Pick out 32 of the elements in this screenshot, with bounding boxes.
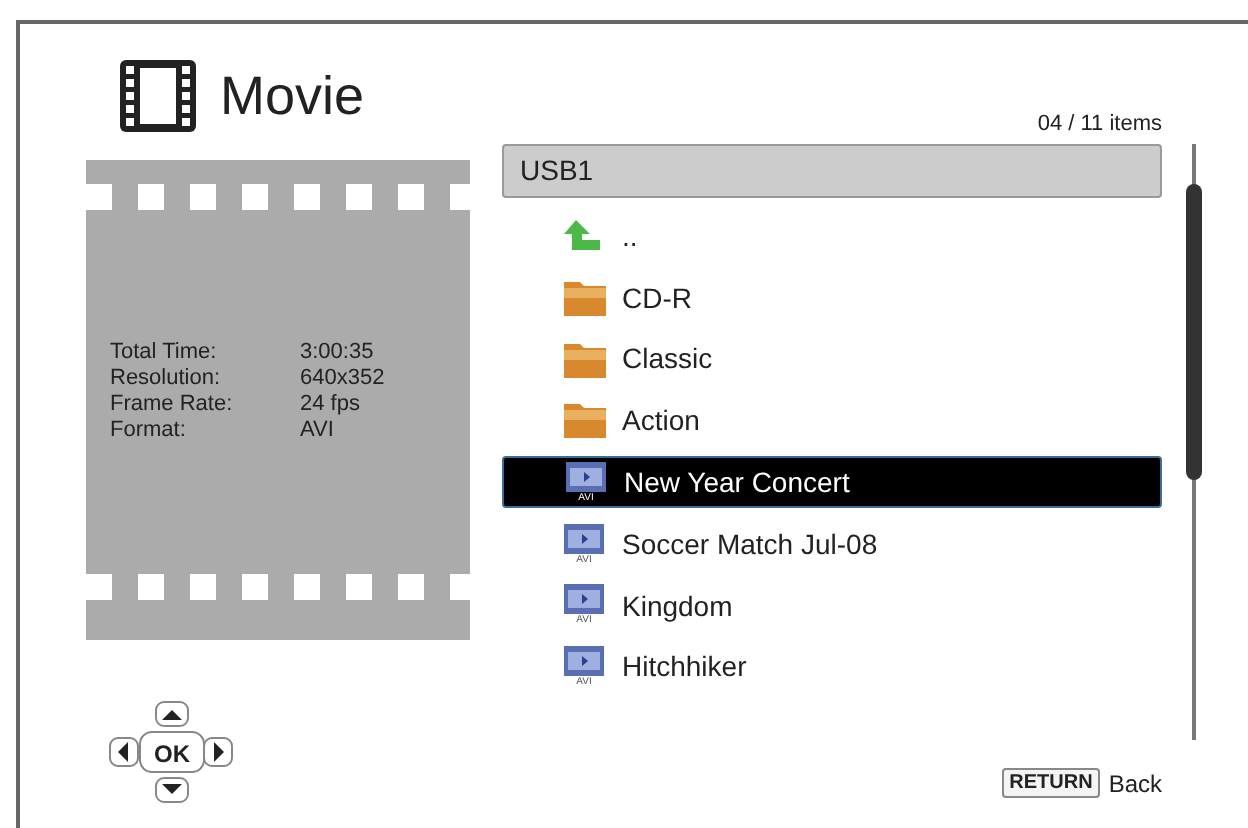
info-label: Frame Rate: <box>110 392 235 418</box>
item-count: 04 / 11 items <box>1035 112 1162 136</box>
info-label: Format: <box>110 418 188 444</box>
file-list-item[interactable]: Classic <box>502 328 1162 389</box>
page-title: Movie <box>220 65 365 127</box>
info-label: Resolution: <box>110 366 223 392</box>
info-value: AVI <box>300 418 336 444</box>
path-bar: USB1 <box>502 144 1162 198</box>
return-key: RETURN <box>1001 768 1101 798</box>
file-list-item[interactable]: .. <box>502 206 1162 267</box>
left-key <box>109 737 139 767</box>
scrollbar-thumb[interactable] <box>1186 184 1202 480</box>
video-file-icon <box>564 645 604 676</box>
video-file-icon <box>564 523 604 554</box>
down-key <box>155 777 189 803</box>
folder-icon <box>563 278 605 317</box>
right-key <box>203 737 233 767</box>
up-arrow-icon <box>564 219 604 254</box>
up-key <box>155 701 189 727</box>
info-value: 640x352 <box>300 366 387 392</box>
file-list-item[interactable]: CD-R <box>502 267 1162 328</box>
folder-icon <box>563 339 605 378</box>
file-list-item[interactable]: Action <box>502 389 1162 450</box>
video-file-icon <box>566 461 606 491</box>
back-label: Back <box>1108 769 1162 797</box>
video-file-icon <box>564 584 604 615</box>
info-value: 24 fps <box>300 392 362 418</box>
film-icon <box>120 60 196 132</box>
folder-icon <box>563 400 605 439</box>
info-value: 3:00:35 <box>300 340 376 366</box>
info-label: Total Time: <box>110 340 219 366</box>
ok-key: OK <box>139 731 205 773</box>
